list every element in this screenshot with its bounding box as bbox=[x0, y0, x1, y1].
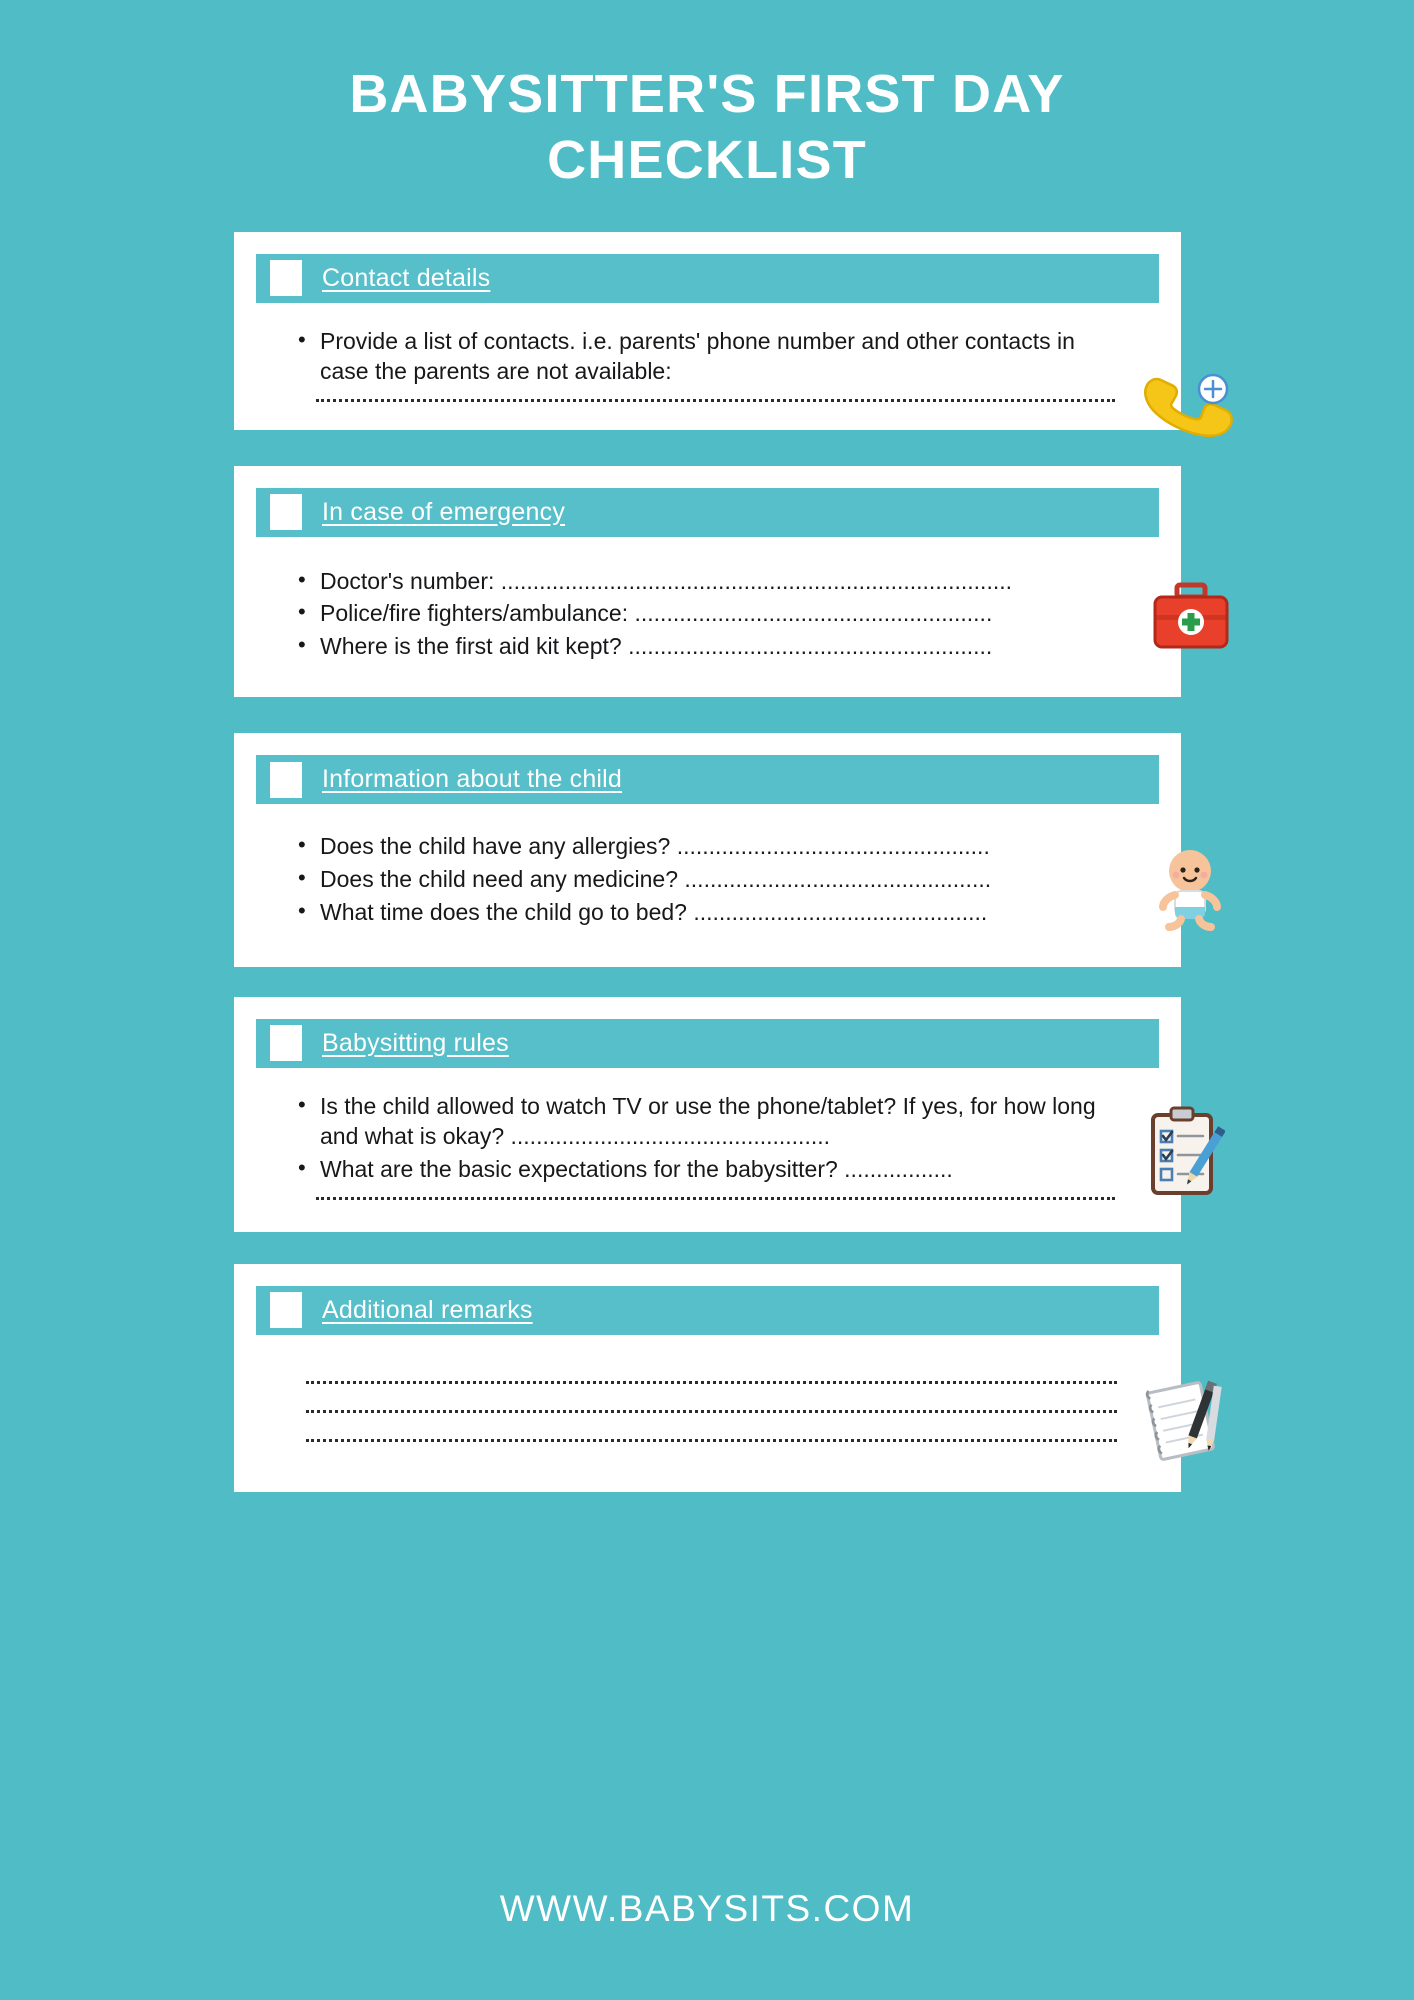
list-item: Does the child need any medicine? ......… bbox=[294, 864, 1121, 895]
bullet-list-babysitting-rules: Is the child allowed to watch TV or use … bbox=[294, 1091, 1121, 1185]
section-header-child-info[interactable]: Information about the child bbox=[256, 755, 1159, 805]
section-body-additional-remarks bbox=[234, 1335, 1181, 1452]
list-item: Does the child have any allergies? .....… bbox=[294, 831, 1121, 862]
list-item: What are the basic expectations for the … bbox=[294, 1154, 1121, 1185]
section-title-additional-remarks: Additional remarks bbox=[322, 1295, 533, 1324]
section-title-child-info: Information about the child bbox=[322, 765, 623, 794]
footer-url[interactable]: WWW.BABYSITS.COM bbox=[500, 1888, 915, 1929]
list-item: What time does the child go to bed? ....… bbox=[294, 897, 1121, 928]
section-header-emergency[interactable]: In case of emergency bbox=[256, 487, 1159, 537]
section-body-child-info: Does the child have any allergies? .....… bbox=[234, 804, 1181, 949]
write-in-line[interactable] bbox=[316, 398, 1115, 402]
write-in-line[interactable] bbox=[306, 1438, 1117, 1442]
bullet-list-contact-details: Provide a list of contacts. i.e. parents… bbox=[294, 326, 1121, 387]
title-line-2: CHECKLIST bbox=[547, 129, 867, 190]
section-header-babysitting-rules[interactable]: Babysitting rules bbox=[256, 1018, 1159, 1068]
section-header-contact-details[interactable]: Contact details bbox=[256, 253, 1159, 303]
write-in-line[interactable] bbox=[316, 1196, 1115, 1200]
write-in-line[interactable] bbox=[306, 1409, 1117, 1413]
bullet-list-child-info: Does the child have any allergies? .....… bbox=[294, 831, 1121, 928]
list-item: Where is the first aid kit kept? .......… bbox=[294, 631, 1121, 662]
section-checkbox-babysitting-rules[interactable] bbox=[270, 1025, 302, 1062]
section-checkbox-contact-details[interactable] bbox=[270, 260, 302, 297]
section-body-emergency: Doctor's number: .......................… bbox=[234, 537, 1181, 680]
section-checkbox-emergency[interactable] bbox=[270, 494, 302, 531]
list-item: Doctor's number: .......................… bbox=[294, 566, 1121, 597]
section-card-babysitting-rules: Babysitting rules Is the child allowed t… bbox=[234, 996, 1225, 1232]
bullet-list-emergency: Doctor's number: .......................… bbox=[294, 566, 1121, 663]
page-title: BABYSITTER'S FIRST DAY CHECKLIST bbox=[0, 0, 1414, 194]
section-title-contact-details: Contact details bbox=[322, 263, 491, 292]
section-checkbox-additional-remarks[interactable] bbox=[270, 1292, 302, 1329]
section-body-contact-details: Provide a list of contacts. i.e. parents… bbox=[234, 303, 1181, 412]
title-line-1: BABYSITTER'S FIRST DAY bbox=[349, 64, 1065, 124]
section-card-child-info: Information about the child Does the chi… bbox=[234, 733, 1221, 967]
list-item: Is the child allowed to watch TV or use … bbox=[294, 1091, 1121, 1152]
list-item: Provide a list of contacts. i.e. parents… bbox=[294, 326, 1121, 387]
section-title-emergency: In case of emergency bbox=[322, 497, 566, 526]
section-card-list: Contact details Provide a list of contac… bbox=[0, 231, 1414, 1492]
write-in-line[interactable] bbox=[306, 1380, 1117, 1384]
section-card-contact-details: Contact details Provide a list of contac… bbox=[234, 231, 1233, 437]
checklist-page: BABYSITTER'S FIRST DAY CHECKLIST Contact… bbox=[0, 0, 1414, 2000]
section-body-babysitting-rules: Is the child allowed to watch TV or use … bbox=[234, 1068, 1181, 1214]
section-card-additional-remarks: Additional remarks bbox=[234, 1263, 1222, 1492]
footer: WWW.BABYSITS.COM bbox=[0, 1888, 1414, 1930]
section-checkbox-child-info[interactable] bbox=[270, 761, 302, 798]
section-card-emergency: In case of emergency Doctor's number: ..… bbox=[234, 465, 1229, 698]
list-item: Police/fire fighters/ambulance: ........… bbox=[294, 598, 1121, 629]
section-title-babysitting-rules: Babysitting rules bbox=[322, 1028, 509, 1057]
section-header-additional-remarks[interactable]: Additional remarks bbox=[256, 1285, 1159, 1335]
